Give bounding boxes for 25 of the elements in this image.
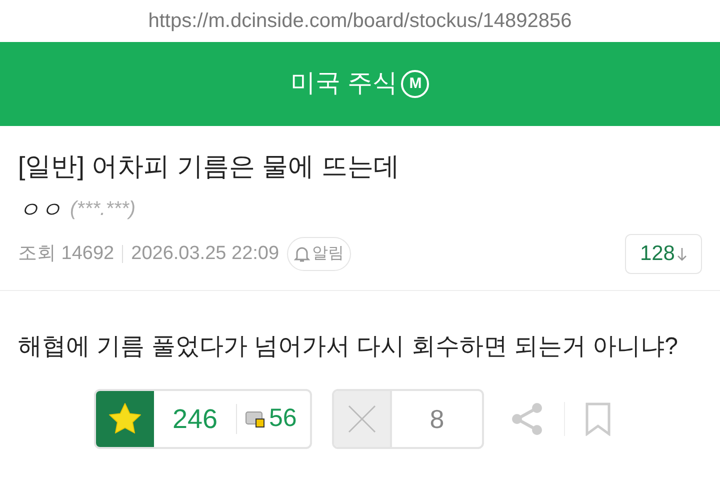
author-ip: (***.***) [70, 197, 136, 222]
recommend-button[interactable] [96, 391, 154, 447]
downvote-button[interactable] [334, 391, 392, 447]
bookmark-icon [585, 402, 611, 436]
cross-icon [347, 404, 377, 434]
address-url[interactable]: https://m.dcinside.com/board/stockus/14892856 [148, 6, 572, 36]
view-count: 조회 14692 [18, 242, 114, 266]
share-button[interactable] [510, 402, 544, 436]
bookmark-button[interactable] [585, 402, 611, 436]
down-arrow-icon [677, 247, 687, 261]
bell-icon [294, 245, 310, 263]
fixed-user-icon [245, 410, 265, 428]
share-icon [510, 402, 544, 436]
star-icon [107, 402, 143, 436]
post-body: 해협에 기름 풀었다가 넘어가서 다시 회수하면 되는거 아니냐? [17, 332, 680, 362]
author-name[interactable]: ㅇㅇ [18, 192, 62, 226]
post-title: [일반] 어차피 기름은 물에 뜨는데 [18, 150, 400, 183]
mobile-badge: M [401, 70, 430, 98]
board-title[interactable]: 미국 주식 [290, 65, 398, 103]
fixed-recommend-count: 56 [269, 403, 297, 434]
alert-button[interactable]: 알림 [287, 237, 352, 271]
post-date: 2026.03.25 22:09 [131, 242, 280, 266]
recommend-count: 246 [171, 402, 219, 436]
comment-count-button[interactable]: 128 [624, 234, 702, 274]
downvote-count: 8 [428, 402, 446, 436]
